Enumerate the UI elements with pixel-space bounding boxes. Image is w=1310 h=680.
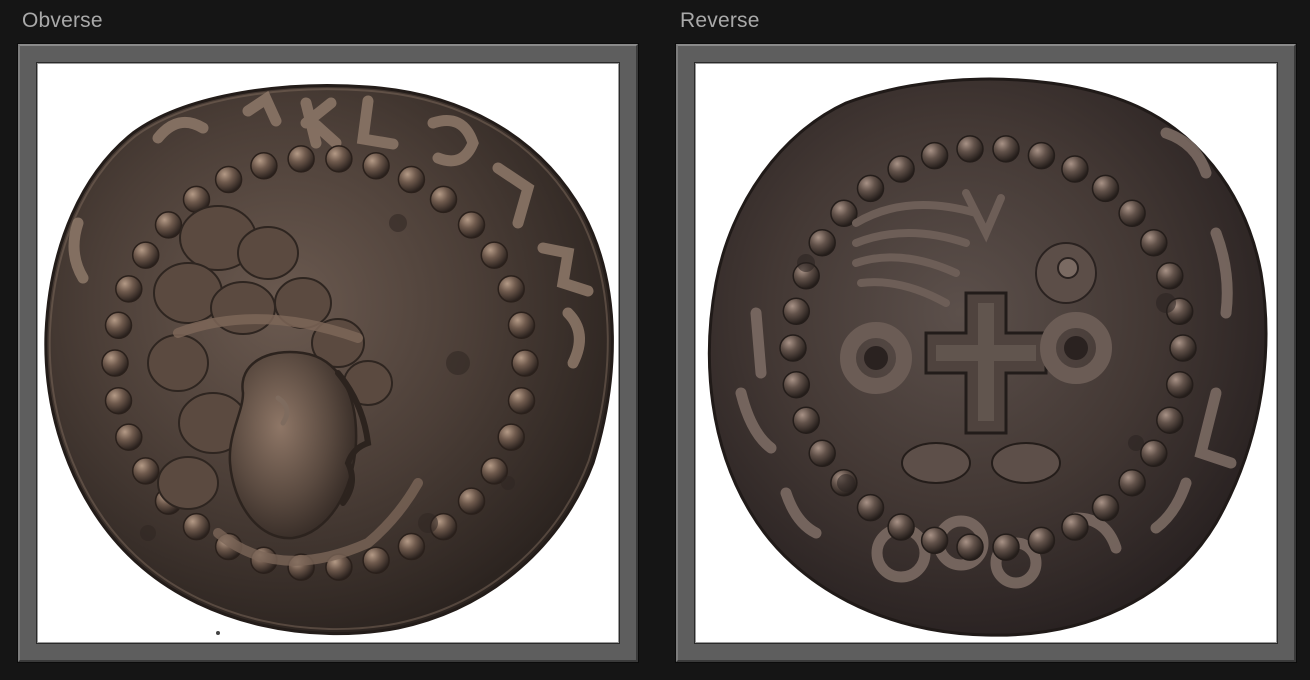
bead-dot — [250, 152, 278, 180]
reverse-image-area — [694, 62, 1278, 644]
bead-dot — [480, 241, 509, 269]
bead-dot — [214, 165, 243, 194]
obverse-panel: Obverse — [18, 0, 638, 680]
bead-dot — [1165, 370, 1194, 399]
bead-dot — [782, 370, 811, 399]
bead-dot — [1156, 406, 1184, 434]
reverse-label: Reverse — [680, 9, 760, 32]
bead-dot — [507, 311, 536, 340]
obverse-label: Obverse — [22, 9, 103, 32]
bead-dot — [1027, 141, 1056, 170]
bead-dot — [1027, 526, 1056, 555]
bead-dot — [182, 512, 211, 541]
bead-dot — [131, 457, 160, 485]
bead-dot — [1091, 174, 1120, 203]
bead-dot — [154, 211, 183, 239]
bead-dot — [887, 155, 915, 183]
bead-dot — [1140, 228, 1168, 257]
bead-dot — [1156, 262, 1184, 290]
bead-dot — [1061, 155, 1089, 183]
bead-dot — [507, 386, 536, 415]
bead-dot — [511, 349, 539, 377]
bead-dot — [397, 532, 426, 561]
reverse-coin-image — [707, 77, 1268, 637]
bead-dot — [1118, 199, 1146, 228]
bead-dot — [115, 275, 143, 303]
bead-dot — [856, 174, 885, 203]
bead-dot — [956, 135, 984, 163]
bead-dot — [920, 526, 949, 555]
bead-dot — [808, 228, 836, 257]
bead-dot — [779, 334, 807, 362]
bead-dot — [920, 141, 949, 170]
bead-dot — [992, 533, 1020, 561]
bead-dot — [792, 406, 820, 434]
bead-dot — [956, 533, 984, 561]
bead-dot — [782, 297, 811, 326]
bead-dot — [1169, 334, 1197, 362]
bead-dot — [101, 349, 129, 377]
bead-dot — [325, 145, 353, 173]
bead-dot — [429, 185, 458, 214]
bead-dot — [362, 152, 390, 180]
obverse-image-frame — [18, 44, 638, 662]
bead-dot — [1140, 439, 1168, 468]
obverse-image-area — [36, 62, 620, 644]
bead-dot — [115, 423, 143, 451]
obverse-coin-image — [44, 84, 614, 636]
bead-dot — [856, 493, 885, 522]
bead-dot — [287, 145, 315, 173]
bead-dot — [992, 135, 1020, 163]
bead-dot — [808, 439, 836, 468]
bead-dot — [457, 487, 486, 515]
bead-dot — [1091, 493, 1120, 522]
bead-dot — [397, 165, 426, 194]
bead-dot — [1061, 513, 1089, 541]
bead-dot — [1118, 468, 1146, 497]
bead-dot — [497, 423, 525, 451]
bead-dot — [131, 241, 160, 269]
reverse-panel: Reverse — [676, 0, 1296, 680]
bead-dot — [457, 211, 486, 239]
bead-dot — [497, 275, 525, 303]
bead-dot — [104, 311, 133, 340]
bead-dot — [887, 513, 915, 541]
bead-dot — [104, 386, 133, 415]
reverse-image-frame — [676, 44, 1296, 662]
bead-dot — [362, 546, 390, 574]
